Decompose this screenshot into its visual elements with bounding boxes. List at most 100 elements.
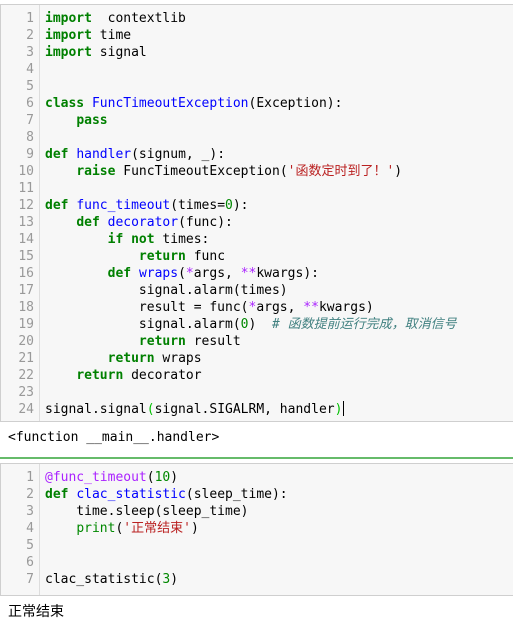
token: kwargs) [318,300,374,315]
token: (times= [170,198,226,213]
code-text: return result [45,333,241,350]
line-number: 19 [18,317,34,332]
token-def: handler [76,147,132,162]
code-line[interactable]: 18 result = func(*args, **kwargs) [1,299,513,316]
code-line[interactable]: 2 import time [1,27,513,44]
line-number: 23 [18,385,34,400]
code-line[interactable]: 12 def func_timeout(times=0): [1,197,513,214]
token-kw: return [107,351,155,366]
token: signal.signal [45,402,147,417]
token: signal.alarm(times) [45,283,288,298]
code-line[interactable]: 7 clac_statistic(3) [1,571,513,588]
code-line[interactable]: 8 [1,129,513,146]
code-line[interactable]: 17 signal.alarm(times) [1,282,513,299]
code-text: import contextlib [45,10,186,27]
code-text: signal.alarm(0) # 函数提前运行完成，取消信号 [45,316,457,333]
token-kw: raise [76,164,116,179]
line-number: 3 [26,504,34,519]
token-kw: not [131,232,155,247]
token-kw: return [138,334,186,349]
cell-output-1: <function __main__.handler> [8,430,220,445]
line-number: 2 [26,487,34,502]
code-line[interactable]: 1 import contextlib [1,10,513,27]
line-number: 24 [18,402,34,417]
line-number: 2 [26,28,34,43]
code-line[interactable]: 14 if not times: [1,231,513,248]
code-text: def func_timeout(times=0): [45,197,249,214]
code-text: class FuncTimeoutException(Exception): [45,95,342,112]
code-line[interactable]: 7 pass [1,112,513,129]
code-line[interactable]: 5 [1,78,513,95]
token-kw: return [76,368,124,383]
code-editor[interactable]: 1 import contextlib 2 import time 3 import si… [1,10,513,418]
token-op: * [185,266,194,281]
code-text: result = func(*args, **kwargs) [45,299,374,316]
code-text: print('正常结束') [45,520,198,537]
code-line[interactable]: 5 [1,537,513,554]
code-text: def handler(signum, _): [45,146,225,163]
code-line[interactable]: 11 [1,180,513,197]
code-line[interactable]: 15 return func [1,248,513,265]
token-def: func_timeout [76,198,171,213]
code-cell-1[interactable]: 1 import contextlib 2 import time 3 import si… [0,4,513,422]
code-line[interactable]: 23 [1,384,513,401]
code-line[interactable]: 3 import signal [1,44,513,61]
token-kw: def [76,215,100,230]
code-line[interactable]: 1 @func_timeout(10) [1,469,513,486]
code-line[interactable]: 16 def wraps(*args, **kwargs): [1,265,513,282]
line-number: 11 [18,181,34,196]
code-text: clac_statistic(3) [45,571,178,588]
token-num: 10 [154,470,171,485]
token-dec: @func_timeout [45,470,147,485]
code-text: @func_timeout(10) [45,469,178,486]
line-number: 14 [18,232,34,247]
code-line[interactable]: 20 return result [1,333,513,350]
line-number: 17 [18,283,34,298]
code-cell-2[interactable]: 1 @func_timeout(10) 2 def clac_statistic(sl… [0,463,513,596]
token: (Exception): [248,96,343,111]
code-line[interactable]: 6 [1,554,513,571]
line-number: 5 [26,79,34,94]
code-line[interactable]: 4 print('正常结束') [1,520,513,537]
token: ) [394,164,403,179]
token-str: '正常结束' [123,521,191,536]
code-editor[interactable]: 1 @func_timeout(10) 2 def clac_statistic(sl… [1,469,513,588]
token-kw: def [45,198,69,213]
token: (sleep_time): [185,487,288,502]
line-number: 9 [26,147,34,162]
token-num: 0 [225,198,233,213]
code-line[interactable]: 13 def decorator(func): [1,214,513,231]
code-line[interactable]: 21 return wraps [1,350,513,367]
token-def: clac_statistic [76,487,186,502]
line-number: 4 [26,62,34,77]
token: result = func( [45,300,249,315]
line-number: 8 [26,130,34,145]
code-line[interactable]: 19 signal.alarm(0) # 函数提前运行完成，取消信号 [1,316,513,333]
code-line[interactable]: 4 [1,61,513,78]
line-number: 18 [18,300,34,315]
code-text: raise FuncTimeoutException('函数定时到了！') [45,163,402,180]
code-line[interactable]: 2 def clac_statistic(sleep_time): [1,486,513,503]
token-num: 0 [240,317,249,332]
code-line[interactable]: 3 time.sleep(sleep_time) [1,503,513,520]
token-kw: class [45,96,85,111]
code-line[interactable]: 10 raise FuncTimeoutException('函数定时到了！') [1,163,513,180]
code-text: signal.signal(signal.SIGALRM, handler) [45,401,345,418]
code-line[interactable]: 24 signal.signal(signal.SIGALRM, handler) [1,401,513,418]
line-number: 12 [18,198,34,213]
code-text: return decorator [45,367,201,384]
token-kw: pass [76,113,108,128]
line-number: 15 [18,249,34,264]
line-number: 21 [18,351,34,366]
code-line[interactable]: 6 class FuncTimeoutException(Exception): [1,95,513,112]
token: time.sleep(sleep_time) [45,504,249,519]
line-number: 7 [26,572,34,587]
code-line[interactable]: 22 return decorator [1,367,513,384]
token-op: ** [240,266,257,281]
code-line[interactable]: 9 def handler(signum, _): [1,146,513,163]
token-kw: import [45,45,92,60]
token: signal.alarm( [45,317,241,332]
